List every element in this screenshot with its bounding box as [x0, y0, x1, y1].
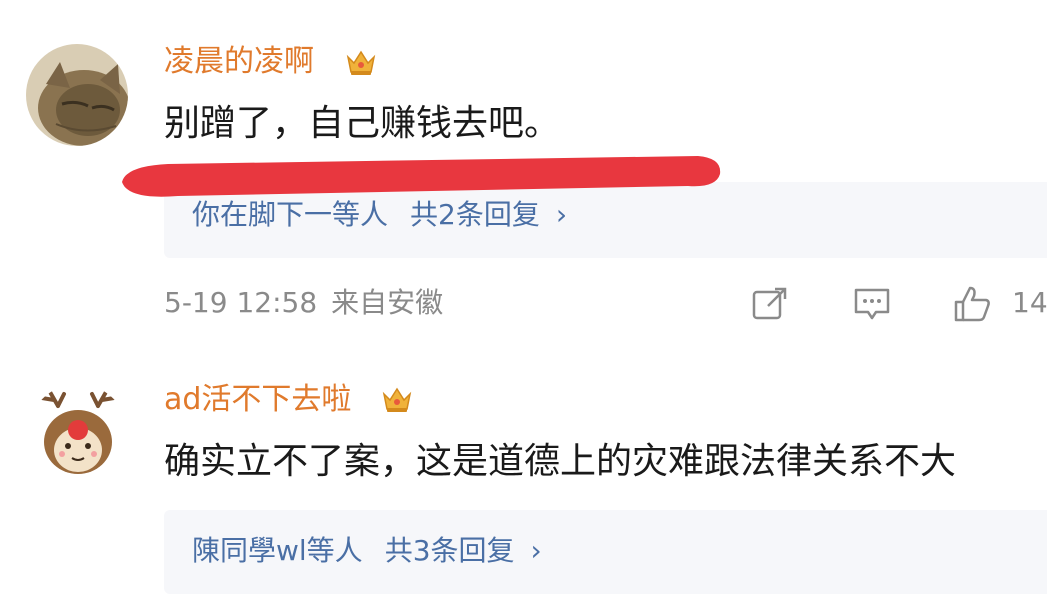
- reply-users: 陳同學wl等人: [192, 534, 363, 567]
- chevron-right-icon: ›: [555, 198, 568, 231]
- reply-users: 你在脚下一等人: [192, 198, 389, 231]
- user-avatar[interactable]: [26, 44, 128, 146]
- comment-meta: 5-19 12:58 来自安徽: [164, 286, 443, 320]
- reply-count: 共3条回复: [384, 534, 515, 567]
- comment-item: 凌晨的凌啊 别蹭了，自己赚钱去吧。 你在脚下一等人 共2条回复 › 5-19 12:…: [0, 0, 1047, 360]
- chevron-right-icon: ›: [530, 534, 542, 567]
- comment-text: 别蹭了，自己赚钱去吧。: [164, 103, 561, 144]
- crown-icon: [346, 50, 376, 75]
- comment-icon[interactable]: [852, 284, 892, 324]
- reply-count: 共2条回复: [410, 198, 540, 231]
- share-icon[interactable]: [750, 284, 790, 324]
- thumbs-up-icon[interactable]: [952, 284, 992, 324]
- comment-text: 确实立不了案，这是道德上的灾难跟法律关系不大: [164, 441, 957, 482]
- comment-item: ad活不下去啦 确实立不了案，这是道德上的灾难跟法律关系不大 陳同學wl等人 共3…: [0, 360, 1047, 602]
- location: 来自安徽: [331, 286, 444, 319]
- cat-avatar-icon: [26, 44, 128, 146]
- reply-preview[interactable]: 陳同學wl等人 共3条回复 ›: [164, 510, 1047, 594]
- crown-icon: [382, 387, 412, 412]
- timestamp: 5-19 12:58: [164, 286, 318, 319]
- reply-link[interactable]: 你在脚下一等人 共2条回复 ›: [192, 198, 567, 232]
- reindeer-avatar-icon: [28, 384, 128, 484]
- user-avatar[interactable]: [28, 384, 128, 484]
- username[interactable]: ad活不下去啦: [164, 382, 351, 418]
- reply-link[interactable]: 陳同學wl等人 共3条回复 ›: [192, 534, 542, 568]
- reply-preview[interactable]: 你在脚下一等人 共2条回复 ›: [164, 182, 1047, 258]
- like-count: 14: [1012, 286, 1047, 319]
- username[interactable]: 凌晨的凌啊: [164, 44, 314, 80]
